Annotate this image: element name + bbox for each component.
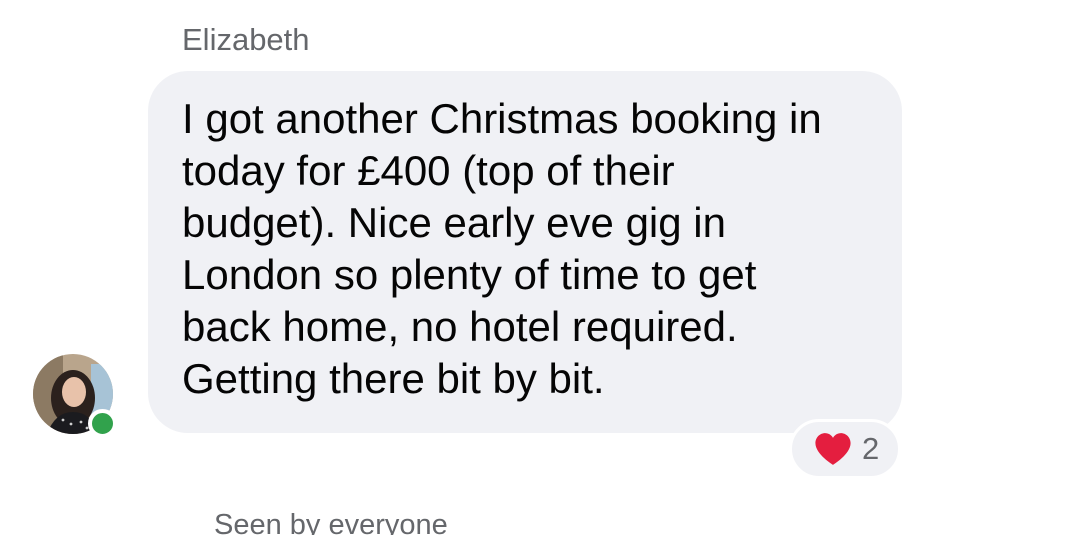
sender-name: Elizabeth [182,22,310,57]
message-text: I got another Christmas booking in today… [182,95,822,402]
avatar[interactable] [33,354,117,438]
reaction-count: 2 [862,431,880,466]
heart-icon [815,433,851,465]
seen-status: Seen by everyone [214,509,448,535]
message-bubble[interactable]: I got another Christmas booking in today… [148,71,902,433]
online-status-dot [88,409,117,438]
reaction-summary[interactable]: 2 [789,419,901,479]
chat-thread: Elizabeth I got another Christmas bookin… [0,0,1073,535]
